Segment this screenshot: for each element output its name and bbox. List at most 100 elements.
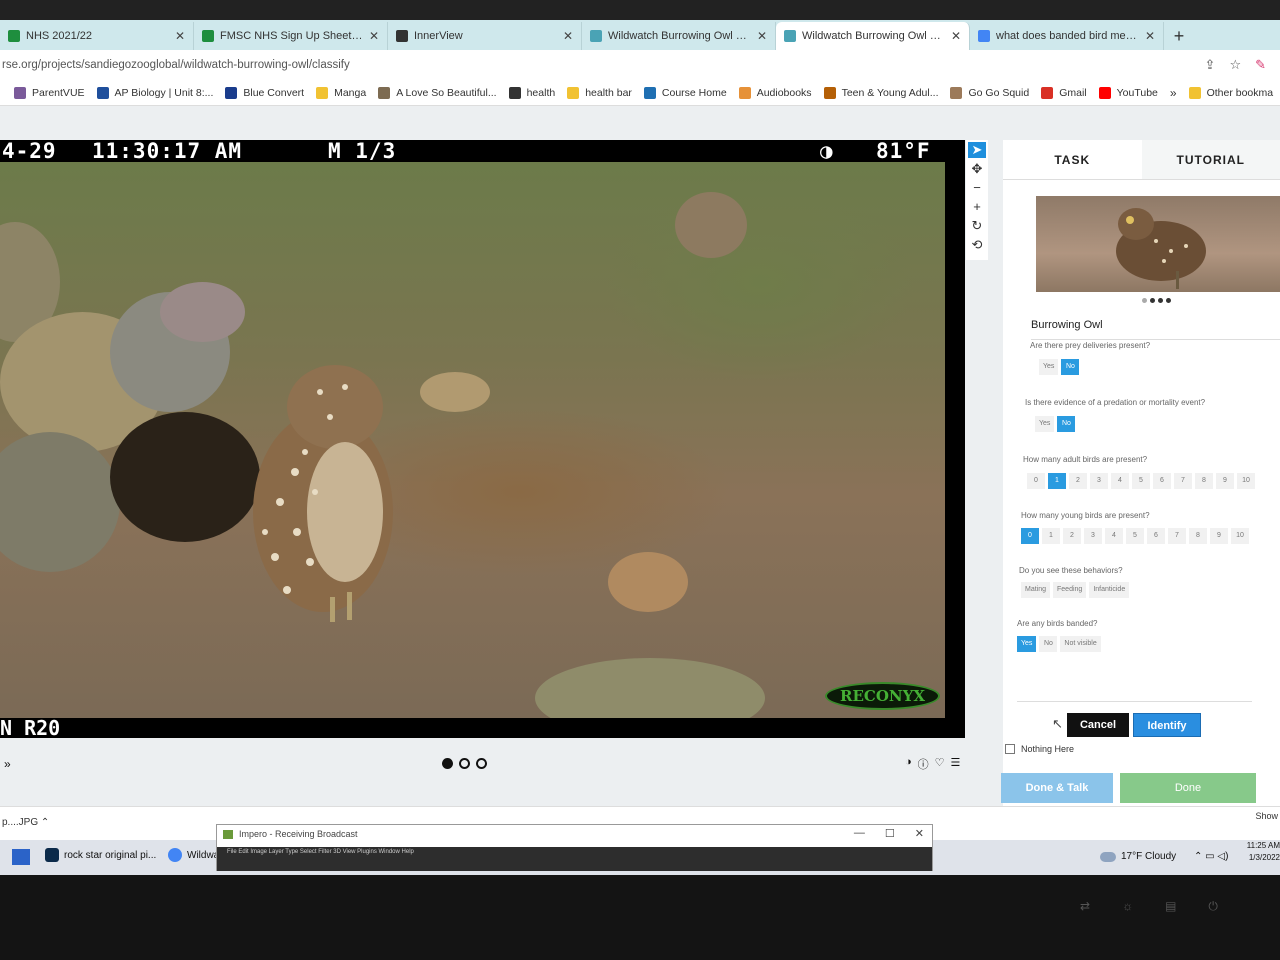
answer-option[interactable]: No bbox=[1039, 636, 1058, 652]
answer-option[interactable]: 6 bbox=[1147, 528, 1165, 544]
answer-option[interactable]: Yes bbox=[1035, 416, 1055, 432]
answer-option[interactable]: Yes bbox=[1017, 636, 1037, 652]
frame-dot[interactable] bbox=[476, 758, 487, 769]
bookmark-item[interactable]: ParentVUE bbox=[14, 86, 85, 99]
answer-option[interactable]: 10 bbox=[1231, 528, 1249, 544]
bookmark-star-icon[interactable]: ☆ bbox=[1229, 57, 1241, 73]
answer-option[interactable]: 4 bbox=[1111, 473, 1129, 489]
bookmark-item[interactable]: YouTube bbox=[1098, 86, 1158, 99]
answer-option[interactable]: 3 bbox=[1084, 528, 1102, 544]
answer-option[interactable]: Not visible bbox=[1060, 636, 1101, 652]
show-all-button[interactable]: Show bbox=[1255, 811, 1278, 821]
info-icon[interactable]: ⓘ bbox=[918, 756, 929, 772]
bookmark-item[interactable]: Blue Convert bbox=[225, 86, 304, 99]
identify-button[interactable]: Identify bbox=[1133, 713, 1201, 737]
collections-list-icon[interactable]: ☰ bbox=[951, 756, 961, 772]
close-tab-icon[interactable]: ✕ bbox=[563, 29, 573, 43]
answer-option[interactable]: 2 bbox=[1069, 473, 1087, 489]
tab-tutorial[interactable]: TUTORIAL bbox=[1141, 140, 1280, 179]
close-icon[interactable]: ✕ bbox=[915, 827, 924, 840]
answer-option[interactable]: 5 bbox=[1126, 528, 1144, 544]
windows-start-icon[interactable] bbox=[12, 849, 30, 865]
maximize-icon[interactable]: ☐ bbox=[885, 827, 895, 840]
answer-option[interactable]: 8 bbox=[1189, 528, 1207, 544]
answer-option[interactable]: 8 bbox=[1195, 473, 1213, 489]
weather-widget[interactable]: 17°F Cloudy bbox=[1100, 851, 1176, 862]
close-tab-icon[interactable]: ✕ bbox=[369, 29, 379, 43]
close-tab-icon[interactable]: ✕ bbox=[1145, 29, 1155, 43]
system-tray[interactable]: ⌃ ▭ ◁) bbox=[1194, 851, 1228, 862]
done-and-talk-button[interactable]: Done & Talk bbox=[1001, 773, 1113, 803]
frame-dot[interactable] bbox=[442, 758, 453, 769]
bookmark-item[interactable]: A Love So Beautiful... bbox=[378, 86, 497, 99]
volume-icon[interactable]: ◁) bbox=[1217, 851, 1228, 862]
bookmark-item[interactable]: health bbox=[508, 86, 555, 99]
bookmark-item[interactable]: Teen & Young Adul... bbox=[823, 86, 938, 99]
answer-option[interactable]: 6 bbox=[1153, 473, 1171, 489]
bookmarks-overflow-button[interactable]: » bbox=[1170, 86, 1177, 100]
share-icon[interactable]: ⇪ bbox=[1205, 57, 1216, 73]
nothing-here-checkbox[interactable]: Nothing Here bbox=[1005, 744, 1074, 754]
move-tool-icon[interactable]: ✥ bbox=[968, 161, 986, 177]
bookmark-item[interactable]: Audiobooks bbox=[738, 86, 812, 99]
close-tab-icon[interactable]: ✕ bbox=[951, 29, 961, 43]
power-icon[interactable]: ⏻ bbox=[1208, 899, 1218, 914]
browser-tab[interactable]: what does banded bird mean - ✕ bbox=[970, 22, 1164, 50]
subject-image[interactable]: 4-29 11:30:17 AM M 1/3 ◑ 81°F N R20 RECO… bbox=[0, 140, 965, 738]
browser-tab[interactable]: InnerView ✕ bbox=[388, 22, 582, 50]
answer-option[interactable]: 1 bbox=[1048, 473, 1066, 489]
answer-option[interactable]: No bbox=[1061, 359, 1080, 375]
taskbar-app-photoshop[interactable]: rock star original pi... bbox=[45, 848, 156, 862]
answer-option[interactable]: Infanticide bbox=[1089, 582, 1130, 598]
zoom-out-icon[interactable]: − bbox=[968, 180, 986, 196]
answer-option[interactable]: 10 bbox=[1237, 473, 1255, 489]
answer-option[interactable]: 0 bbox=[1021, 528, 1039, 544]
reset-icon[interactable]: ⟲ bbox=[968, 237, 986, 253]
answer-option[interactable]: 0 bbox=[1027, 473, 1045, 489]
bookmark-item[interactable]: Course Home bbox=[643, 86, 727, 99]
pointer-tool-icon[interactable]: ➤ bbox=[968, 142, 986, 158]
bookmark-item[interactable]: AP Biology | Unit 8:... bbox=[96, 86, 213, 99]
bookmark-item[interactable]: Manga bbox=[316, 86, 366, 99]
browser-tab[interactable]: NHS 2021/22 ✕ bbox=[0, 22, 194, 50]
extension-icon[interactable]: ✎ bbox=[1255, 57, 1266, 73]
answer-option[interactable]: 3 bbox=[1090, 473, 1108, 489]
answer-option[interactable]: 4 bbox=[1105, 528, 1123, 544]
answer-option[interactable]: Mating bbox=[1021, 582, 1051, 598]
browser-tab[interactable]: Wildwatch Burrowing Owl » Cla ✕ bbox=[776, 22, 970, 50]
chevron-up-icon[interactable]: ⌃ bbox=[41, 817, 49, 828]
bookmark-other[interactable]: Other bookma bbox=[1188, 86, 1273, 99]
rotate-icon[interactable]: ↻ bbox=[968, 218, 986, 234]
input-source-icon[interactable]: ⇄ bbox=[1080, 899, 1090, 914]
frame-dot[interactable] bbox=[459, 758, 470, 769]
impero-broadcast-window[interactable]: Impero - Receiving Broadcast — ☐ ✕ File … bbox=[216, 824, 933, 871]
bookmark-item[interactable]: health bar bbox=[567, 86, 632, 99]
bookmark-item[interactable]: Go Go Squid bbox=[950, 86, 1029, 99]
answer-option[interactable]: 5 bbox=[1132, 473, 1150, 489]
answer-option[interactable]: No bbox=[1057, 416, 1076, 432]
browser-tab[interactable]: FMSC NHS Sign Up Sheet - Goo ✕ bbox=[194, 22, 388, 50]
answer-option[interactable]: 1 bbox=[1042, 528, 1060, 544]
example-image-dots[interactable] bbox=[1142, 298, 1171, 303]
taskbar-clock[interactable]: 11:25 AM 1/3/2022 bbox=[1246, 840, 1280, 864]
address-bar[interactable]: rse.org/projects/sandiegozooglobal/wildw… bbox=[0, 50, 1280, 80]
chevron-up-icon[interactable]: ⌃ bbox=[1194, 851, 1202, 862]
answer-option[interactable]: 7 bbox=[1174, 473, 1192, 489]
browser-tab[interactable]: Wildwatch Burrowing Owl » Cla ✕ bbox=[582, 22, 776, 50]
new-tab-button[interactable]: + bbox=[1164, 22, 1194, 50]
cancel-button[interactable]: Cancel bbox=[1067, 713, 1129, 737]
invert-icon[interactable]: ◑ bbox=[905, 756, 912, 772]
species-example-image[interactable] bbox=[1036, 196, 1280, 292]
close-tab-icon[interactable]: ✕ bbox=[175, 29, 185, 43]
taskbar-app-chrome[interactable]: Wildwa bbox=[168, 848, 219, 862]
answer-option[interactable]: 9 bbox=[1216, 473, 1234, 489]
minimize-icon[interactable]: — bbox=[854, 827, 865, 840]
close-tab-icon[interactable]: ✕ bbox=[757, 29, 767, 43]
answer-option[interactable]: 2 bbox=[1063, 528, 1081, 544]
answer-option[interactable]: Yes bbox=[1039, 359, 1059, 375]
favorite-heart-icon[interactable]: ♡ bbox=[935, 756, 945, 772]
tab-task[interactable]: TASK bbox=[1003, 140, 1142, 179]
menu-icon[interactable]: ▤ bbox=[1165, 899, 1176, 914]
answer-option[interactable]: 7 bbox=[1168, 528, 1186, 544]
url-text[interactable]: rse.org/projects/sandiegozooglobal/wildw… bbox=[2, 59, 1205, 71]
